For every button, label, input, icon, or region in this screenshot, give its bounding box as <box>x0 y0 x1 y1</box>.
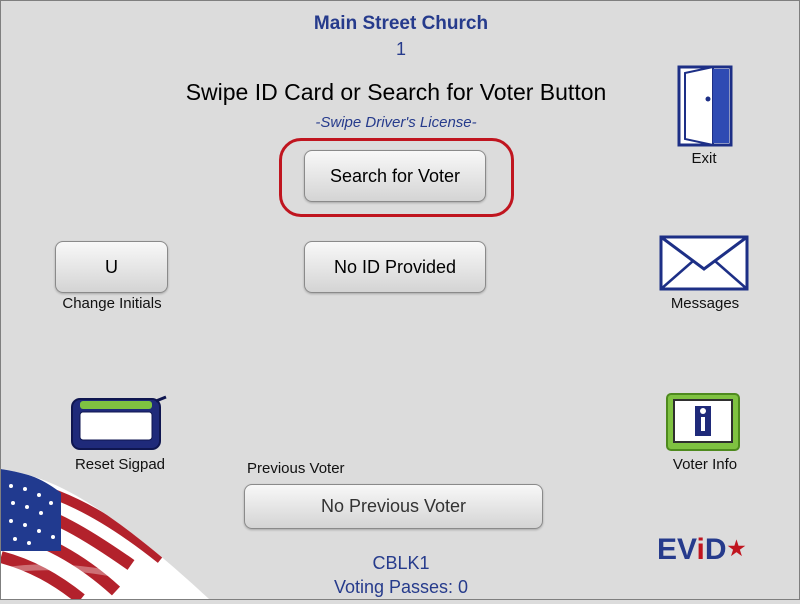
messages-label: Messages <box>670 295 740 312</box>
exit-label: Exit <box>691 150 717 167</box>
logo-star-icon: ★ <box>727 538 746 560</box>
search-for-voter-button[interactable]: Search for Voter <box>304 150 486 202</box>
exit-door-icon[interactable] <box>673 65 735 147</box>
evid-logo: EViD★ <box>657 533 745 567</box>
logo-ev: EV <box>657 533 697 566</box>
station-number: 1 <box>395 39 406 59</box>
no-id-provided-button[interactable]: No ID Provided <box>304 241 486 293</box>
previous-voter-button[interactable]: No Previous Voter <box>244 484 543 529</box>
american-flag-decoration <box>1 441 211 604</box>
logo-d: D <box>704 533 727 566</box>
change-initials-label: Change Initials <box>62 295 162 312</box>
logo-i: i <box>696 533 705 566</box>
change-initials-button[interactable]: U <box>55 241 168 293</box>
previous-voter-label: Previous Voter <box>247 460 345 477</box>
voter-info-icon[interactable] <box>666 392 742 452</box>
app-window: Main Street Church 1 Swipe ID Card or Se… <box>0 0 800 600</box>
polling-location-title: Main Street Church <box>313 13 489 34</box>
voter-info-label: Voter Info <box>672 456 738 473</box>
envelope-icon[interactable] <box>659 235 749 291</box>
